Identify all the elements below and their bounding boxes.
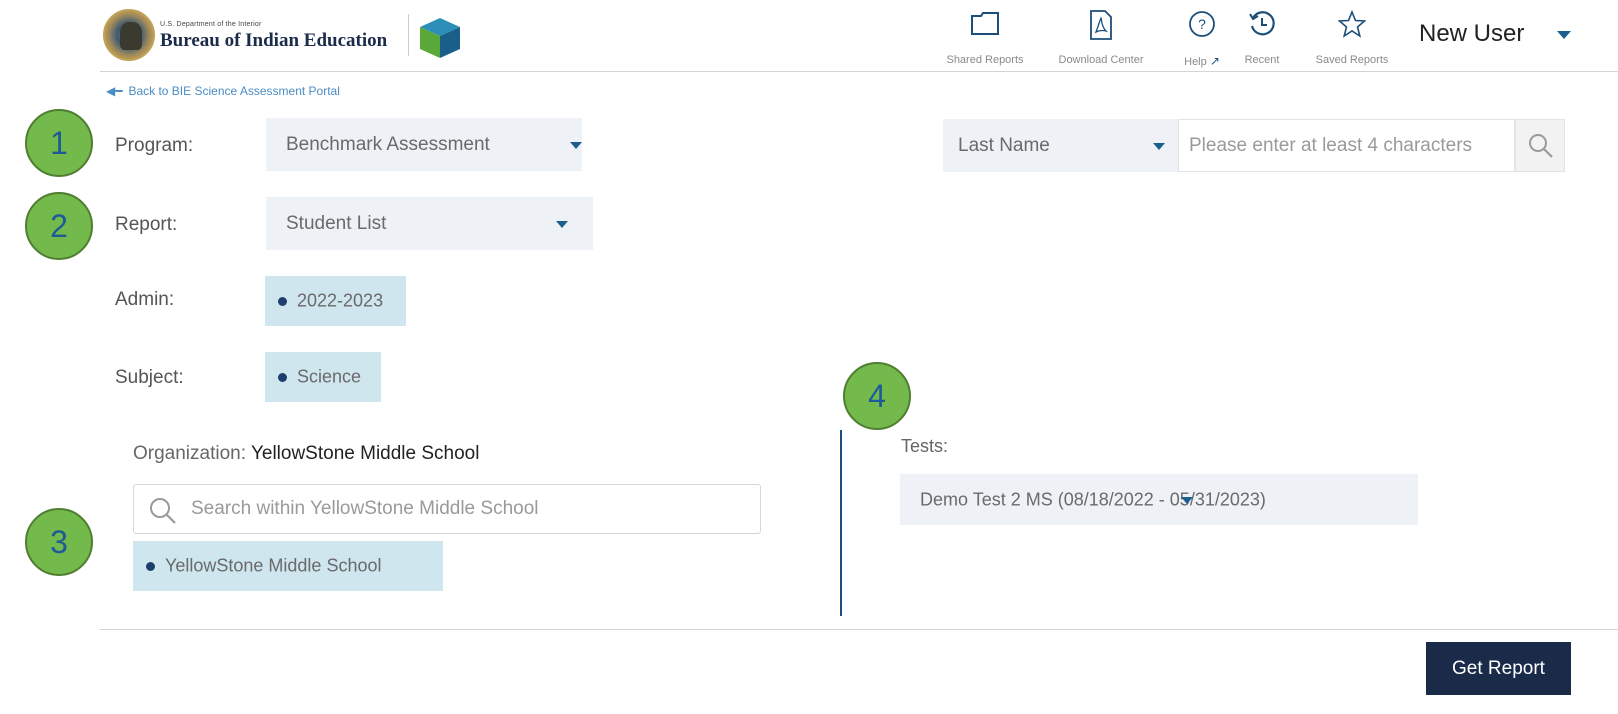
- caret-down-icon: [556, 220, 568, 228]
- program-value: Benchmark Assessment: [286, 133, 490, 155]
- program-label: Program:: [115, 135, 194, 156]
- step-badge-1: 1: [25, 109, 93, 177]
- footer-divider: [100, 629, 1618, 630]
- help-circle-icon: ?: [1189, 11, 1215, 37]
- back-link-label: Back to BIE Science Assessment Portal: [128, 84, 340, 98]
- organization-label: Organization: YellowStone Middle School: [133, 443, 479, 465]
- svg-text:?: ?: [1198, 16, 1206, 32]
- nav-label: Saved Reports: [1315, 54, 1389, 66]
- cube-logo-icon: [420, 18, 460, 58]
- nav-help[interactable]: ? Help ↗: [1182, 10, 1222, 70]
- nav-shared-reports[interactable]: Shared Reports: [944, 10, 1026, 70]
- nav-recent[interactable]: Recent: [1242, 10, 1282, 70]
- search-field-value: Last Name: [958, 134, 1050, 156]
- bullet-icon: [278, 297, 287, 306]
- tests-select[interactable]: Demo Test 2 MS (08/18/2022 - 05/31/2023): [900, 474, 1418, 525]
- organization-label-text: Organization:: [133, 443, 247, 464]
- history-icon: [1249, 11, 1275, 36]
- nav-label: Download Center: [1058, 54, 1144, 66]
- search-icon: [150, 498, 176, 524]
- caret-down-icon: [570, 141, 582, 149]
- star-icon: [1338, 10, 1366, 38]
- caret-down-icon: [1181, 496, 1193, 504]
- bullet-icon: [146, 562, 155, 571]
- section-divider: [840, 430, 842, 616]
- subject-value: Science: [297, 366, 362, 387]
- nav-label: Shared Reports: [946, 54, 1024, 66]
- student-search-input[interactable]: Please enter at least 4 characters: [1178, 119, 1515, 172]
- student-search-button[interactable]: [1515, 119, 1565, 172]
- nav-saved-reports[interactable]: Saved Reports: [1312, 10, 1392, 70]
- logo-divider: [408, 14, 409, 56]
- report-value: Student List: [286, 212, 387, 234]
- arrow-left-icon: ◀━: [106, 84, 123, 98]
- organization-search-placeholder: Search within YellowStone Middle School: [191, 498, 539, 519]
- tests-label: Tests:: [901, 436, 949, 456]
- step-badge-3: 3: [25, 508, 93, 576]
- doi-seal-logo: [103, 9, 155, 61]
- department-text: U.S. Department of the Interior: [160, 21, 262, 28]
- program-select[interactable]: Benchmark Assessment: [266, 118, 582, 171]
- nav-label: Recent: [1244, 54, 1280, 66]
- organization-search-input[interactable]: Search within YellowStone Middle School: [133, 484, 761, 534]
- chevron-down-icon[interactable]: [1557, 31, 1571, 39]
- external-link-icon: ↗: [1209, 54, 1220, 68]
- header-divider: [100, 71, 1618, 72]
- caret-down-icon: [1153, 142, 1165, 150]
- bullet-icon: [278, 373, 287, 382]
- organization-selected: YellowStone Middle School: [165, 555, 382, 576]
- bureau-title: Bureau of Indian Education: [160, 30, 388, 51]
- nav-label: Help ↗: [1184, 54, 1220, 68]
- admin-value: 2022-2023: [297, 290, 384, 311]
- subject-chip[interactable]: Science: [265, 352, 381, 402]
- organization-name: YellowStone Middle School: [250, 443, 480, 464]
- folder-icon: [971, 12, 999, 35]
- admin-chip[interactable]: 2022-2023: [265, 276, 406, 326]
- app-header: U.S. Department of the Interior Bureau o…: [0, 0, 1618, 72]
- organization-chip[interactable]: YellowStone Middle School: [133, 541, 443, 591]
- admin-label: Admin:: [115, 289, 175, 310]
- search-icon: [1529, 134, 1553, 158]
- tests-value: Demo Test 2 MS (08/18/2022 - 05/31/2023): [920, 489, 1266, 509]
- get-report-button[interactable]: Get Report: [1426, 642, 1571, 695]
- pdf-file-icon: [1090, 10, 1112, 40]
- report-label: Report:: [115, 214, 178, 235]
- report-select[interactable]: Student List: [266, 197, 593, 250]
- user-menu-button[interactable]: New User: [1419, 20, 1524, 48]
- step-badge-2: 2: [25, 192, 93, 260]
- nav-download-center[interactable]: Download Center: [1056, 10, 1146, 70]
- search-field-select[interactable]: Last Name: [943, 119, 1178, 172]
- subject-label: Subject:: [115, 367, 184, 388]
- step-badge-4: 4: [843, 362, 911, 430]
- back-link[interactable]: ◀━ Back to BIE Science Assessment Portal: [106, 84, 340, 98]
- help-label-text: Help: [1184, 56, 1207, 68]
